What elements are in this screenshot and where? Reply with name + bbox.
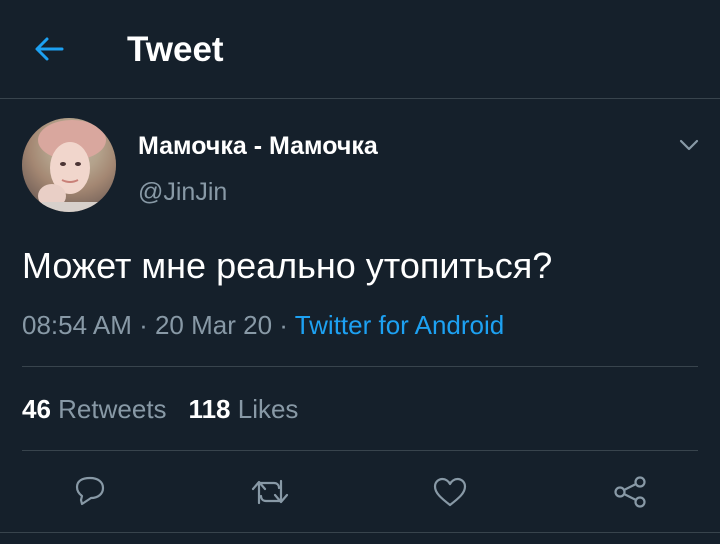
tweet-meta: 08:54 AM · 20 Mar 20 · Twitter for Andro…	[22, 308, 504, 342]
avatar[interactable]	[22, 118, 116, 212]
share-button[interactable]	[606, 468, 654, 516]
tweet-source-link[interactable]: Twitter for Android	[295, 310, 505, 340]
retweets-label: Retweets	[58, 394, 167, 424]
retweets-count: 46	[22, 394, 51, 424]
likes-label: Likes	[237, 394, 299, 424]
more-options-button[interactable]	[672, 130, 706, 160]
display-name[interactable]: Мамочка - Мамочка	[138, 130, 378, 162]
retweet-icon	[250, 477, 290, 507]
divider	[22, 366, 698, 367]
back-button[interactable]	[28, 28, 70, 70]
avatar-photo	[22, 118, 116, 212]
like-button[interactable]	[426, 468, 474, 516]
reply-button[interactable]	[66, 468, 114, 516]
page-title: Tweet	[127, 30, 224, 69]
app-header: Tweet	[0, 0, 720, 99]
divider	[22, 450, 698, 451]
like-icon	[432, 476, 468, 508]
meta-separator: ·	[272, 310, 295, 340]
retweets-stat[interactable]: 46 Retweets	[22, 394, 167, 424]
share-icon	[612, 475, 648, 509]
meta-separator: ·	[131, 310, 155, 340]
divider	[0, 532, 720, 533]
retweet-button[interactable]	[246, 468, 294, 516]
arrow-left-icon	[34, 36, 64, 62]
tweet-date: 20 Mar 20	[154, 310, 273, 340]
tweet-stats: 46 Retweets 118 Likes	[22, 392, 298, 426]
tweet-time: 08:54 AM	[22, 310, 132, 340]
reply-icon	[73, 475, 107, 509]
likes-count: 118	[188, 394, 231, 424]
user-handle[interactable]: @JinJin	[138, 176, 227, 208]
action-bar	[0, 462, 720, 522]
chevron-down-icon	[679, 139, 699, 151]
likes-stat[interactable]: 118 Likes	[189, 394, 299, 424]
tweet-text: Может мне реально утопиться?	[22, 245, 553, 286]
